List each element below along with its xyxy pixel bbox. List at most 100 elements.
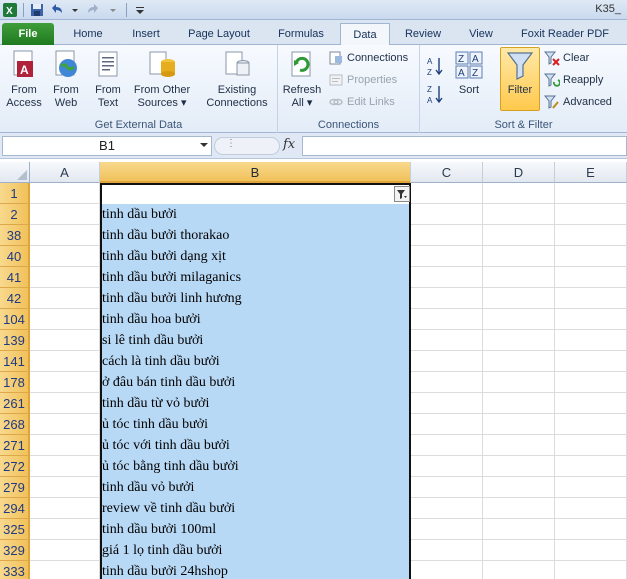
tab-view[interactable]: View xyxy=(456,23,506,45)
undo-icon[interactable] xyxy=(48,2,64,18)
cell-e[interactable] xyxy=(555,309,627,330)
cell-c[interactable] xyxy=(411,498,483,519)
cell-d[interactable] xyxy=(483,204,555,225)
cell-a[interactable] xyxy=(30,498,100,519)
reapply-button[interactable]: Reapply xyxy=(544,71,603,89)
cell-e[interactable] xyxy=(555,456,627,477)
cell-c[interactable] xyxy=(411,540,483,561)
cell-b[interactable]: ủ tóc bằng tinh dầu bưởi xyxy=(100,456,411,477)
cell-c[interactable] xyxy=(411,267,483,288)
cell-b[interactable]: ủ tóc tinh dầu bưởi xyxy=(100,414,411,435)
cell-d[interactable] xyxy=(483,267,555,288)
column-header-e[interactable]: E xyxy=(555,162,627,183)
cell-d[interactable] xyxy=(483,183,555,204)
filter-button[interactable]: Filter xyxy=(500,49,540,97)
row-header[interactable]: 38 xyxy=(0,225,30,246)
clear-filter-button[interactable]: Clear xyxy=(544,49,589,67)
cell-e[interactable] xyxy=(555,540,627,561)
row-header[interactable]: 261 xyxy=(0,393,30,414)
cell-b[interactable]: giá 1 lọ tinh dầu bưởi xyxy=(100,540,411,561)
cell-b[interactable]: tinh dầu bưởi 24hshop xyxy=(100,561,411,579)
cell-b[interactable]: tinh dầu bưởi xyxy=(100,204,411,225)
cell-e[interactable] xyxy=(555,330,627,351)
cell-d[interactable] xyxy=(483,393,555,414)
cell-b[interactable]: tinh dầu vỏ bưởi xyxy=(100,477,411,498)
cell-d[interactable] xyxy=(483,561,555,579)
cell-d[interactable] xyxy=(483,540,555,561)
cell-e[interactable] xyxy=(555,351,627,372)
cell-c[interactable] xyxy=(411,183,483,204)
row-header[interactable]: 2 xyxy=(0,204,30,225)
redo-icon[interactable] xyxy=(86,2,102,18)
cell-a[interactable] xyxy=(30,309,100,330)
row-header[interactable]: 40 xyxy=(0,246,30,267)
properties-button[interactable]: Properties xyxy=(328,71,397,89)
cell-e[interactable] xyxy=(555,561,627,579)
cell-d[interactable] xyxy=(483,519,555,540)
cell-e[interactable] xyxy=(555,372,627,393)
row-header[interactable]: 141 xyxy=(0,351,30,372)
sort-z-to-a-button[interactable]: ZA xyxy=(426,85,444,105)
cell-d[interactable] xyxy=(483,225,555,246)
column-header-a[interactable]: A xyxy=(30,162,100,183)
cell-c[interactable] xyxy=(411,351,483,372)
tab-home[interactable]: Home xyxy=(60,23,116,45)
cell-a[interactable] xyxy=(30,393,100,414)
cell-e[interactable] xyxy=(555,435,627,456)
cell-a[interactable] xyxy=(30,540,100,561)
tab-insert[interactable]: Insert xyxy=(120,23,172,45)
cell-d[interactable] xyxy=(483,288,555,309)
cell-a[interactable] xyxy=(30,225,100,246)
column-header-d[interactable]: D xyxy=(483,162,555,183)
row-header[interactable]: 329 xyxy=(0,540,30,561)
cell-c[interactable] xyxy=(411,393,483,414)
sort-button[interactable]: ZAAZ Sort xyxy=(450,49,488,97)
cell-e[interactable] xyxy=(555,246,627,267)
cell-d[interactable] xyxy=(483,477,555,498)
sort-a-to-z-button[interactable]: AZ xyxy=(426,57,444,77)
cell-a[interactable] xyxy=(30,372,100,393)
cell-b[interactable]: review về tinh dầu bưởi xyxy=(100,498,411,519)
cell-d[interactable] xyxy=(483,351,555,372)
excel-logo-icon[interactable]: X xyxy=(2,2,18,18)
row-header[interactable]: 268 xyxy=(0,414,30,435)
cell-e[interactable] xyxy=(555,477,627,498)
redo-dropdown-icon[interactable] xyxy=(105,2,121,18)
cell-b[interactable]: tinh dầu bưởi thorakao xyxy=(100,225,411,246)
cell-b[interactable]: ở đâu bán tinh dầu bưởi xyxy=(100,372,411,393)
cell-e[interactable] xyxy=(555,204,627,225)
cell-a[interactable] xyxy=(30,288,100,309)
formula-input[interactable] xyxy=(302,136,627,156)
cell-c[interactable] xyxy=(411,372,483,393)
cell-b[interactable]: si lê tinh dầu bưởi xyxy=(100,330,411,351)
row-header[interactable]: 41 xyxy=(0,267,30,288)
cell-a[interactable] xyxy=(30,183,100,204)
row-header[interactable]: 1 xyxy=(0,183,30,204)
cell-e[interactable] xyxy=(555,288,627,309)
cell-d[interactable] xyxy=(483,435,555,456)
existing-connections-button[interactable]: Existing Connections xyxy=(200,49,274,110)
row-header[interactable]: 279 xyxy=(0,477,30,498)
cell-b[interactable]: tinh dầu bưởi 100ml xyxy=(100,519,411,540)
cell-e[interactable] xyxy=(555,183,627,204)
cell-c[interactable] xyxy=(411,477,483,498)
cell-c[interactable] xyxy=(411,456,483,477)
cell-b[interactable]: tinh dầu từ vỏ bưởi xyxy=(100,393,411,414)
cell-a[interactable] xyxy=(30,246,100,267)
row-header[interactable]: 178 xyxy=(0,372,30,393)
cell-e[interactable] xyxy=(555,414,627,435)
advanced-filter-button[interactable]: Advanced xyxy=(544,93,612,111)
cell-e[interactable] xyxy=(555,498,627,519)
tab-formulas[interactable]: Formulas xyxy=(266,23,336,45)
row-header[interactable]: 42 xyxy=(0,288,30,309)
cell-a[interactable] xyxy=(30,477,100,498)
formula-bar-splitter-icon[interactable]: ⋮ xyxy=(226,138,236,149)
cell-d[interactable] xyxy=(483,498,555,519)
cell-e[interactable] xyxy=(555,393,627,414)
row-header[interactable]: 294 xyxy=(0,498,30,519)
from-access-button[interactable]: A From Access xyxy=(4,49,44,110)
cell-c[interactable] xyxy=(411,435,483,456)
row-header[interactable]: 333 xyxy=(0,561,30,579)
cell-d[interactable] xyxy=(483,372,555,393)
name-box[interactable]: B1 xyxy=(2,136,212,156)
